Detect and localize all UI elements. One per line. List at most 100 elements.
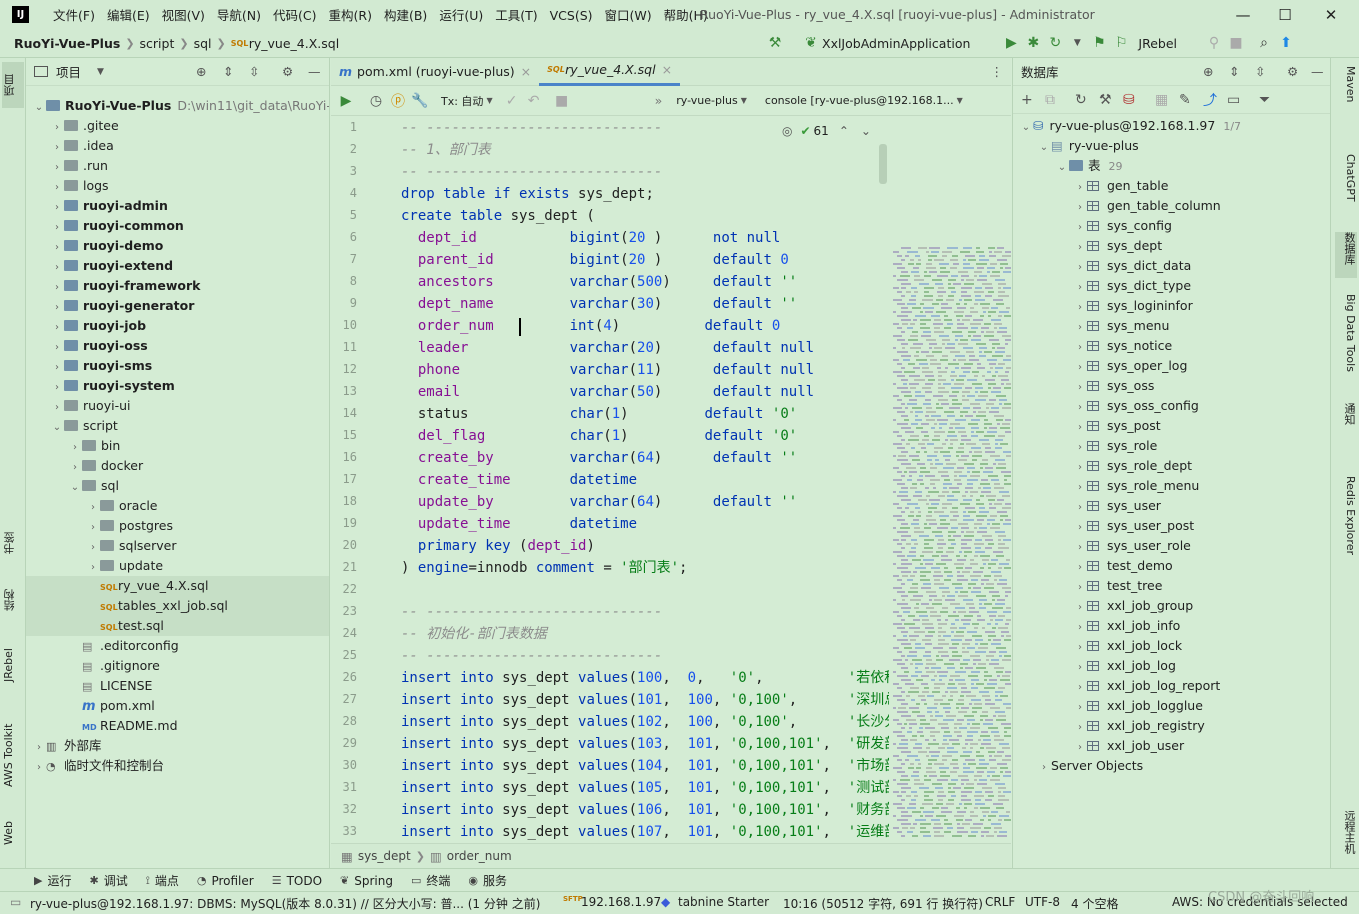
menu-item[interactable]: 文件(F) xyxy=(47,0,101,32)
chevron-right-icon[interactable]: › xyxy=(1037,758,1051,778)
chevron-right-icon[interactable]: › xyxy=(1073,678,1087,698)
chevron-right-icon[interactable]: › xyxy=(50,338,64,358)
tree-item[interactable]: › ruoyi-ui xyxy=(26,396,329,418)
chevron-right-icon[interactable]: › xyxy=(1073,318,1087,338)
db-table-item[interactable]: › xxl_job_info xyxy=(1013,616,1180,636)
code-line[interactable]: insert into sys_dept values(106, 101, '0… xyxy=(401,799,889,821)
tree-item[interactable]: › ◔ 临时文件和控制台 xyxy=(26,756,329,776)
chevron-right-icon[interactable]: › xyxy=(50,238,64,258)
add-icon[interactable]: + xyxy=(1021,92,1045,108)
chevron-right-icon[interactable]: › xyxy=(1073,658,1087,678)
db-table-item[interactable]: › xxl_job_lock xyxy=(1013,636,1182,656)
maximize-button[interactable]: ☐ xyxy=(1262,0,1308,30)
db-schema[interactable]: ⌄ ▤ ry-vue-plus xyxy=(1013,136,1139,156)
breadcrumb-script[interactable]: script xyxy=(140,36,175,51)
menu-item[interactable]: 运行(U) xyxy=(433,0,489,32)
chevron-down-icon[interactable]: ⌄ xyxy=(861,124,871,138)
inspection-widget[interactable]: ◎ ✔ 61 ⌃ ⌄ xyxy=(782,121,871,141)
chevron-right-icon[interactable]: › xyxy=(1073,178,1087,198)
project-panel-title[interactable]: 项目 xyxy=(56,62,81,81)
chevron-right-icon[interactable]: › xyxy=(1073,618,1087,638)
code-line[interactable]: phone varchar(11) default null xyxy=(401,359,814,381)
crumb-table[interactable]: sys_dept xyxy=(358,849,411,863)
explain-icon[interactable]: ⓟ xyxy=(387,91,409,111)
code-line[interactable]: primary key (dept_id) xyxy=(401,535,595,557)
code-line[interactable]: dept_id bigint(20 ) not null xyxy=(401,227,780,249)
chevron-right-icon[interactable]: › xyxy=(1073,438,1087,458)
status-encoding[interactable]: UTF-8 xyxy=(1025,895,1060,909)
gear-icon[interactable]: ⚙ xyxy=(282,64,293,79)
db-table-item[interactable]: › xxl_job_log xyxy=(1013,656,1176,676)
chevron-down-icon[interactable]: ▼ xyxy=(741,96,747,105)
chevron-up-icon[interactable]: ⌃ xyxy=(839,124,849,138)
chevron-right-icon[interactable]: › xyxy=(86,518,100,538)
tree-item[interactable]: ▤ .gitignore xyxy=(26,656,329,676)
chevron-right-icon[interactable]: › xyxy=(50,198,64,218)
db-tables-folder[interactable]: ⌄ 表 29 xyxy=(1013,156,1123,176)
tree-item[interactable]: › ruoyi-admin xyxy=(26,196,329,218)
tree-item[interactable]: › ruoyi-oss xyxy=(26,336,329,358)
rollback-icon[interactable]: ↶ xyxy=(523,93,545,109)
chevron-right-icon[interactable]: › xyxy=(1073,298,1087,318)
chevron-right-icon[interactable]: › xyxy=(50,398,64,418)
run-config-select[interactable]: XxlJobAdminApplication xyxy=(822,36,970,51)
db-table-item[interactable]: › sys_config xyxy=(1013,216,1172,236)
chevron-right-icon[interactable]: › xyxy=(68,438,82,458)
commit-icon[interactable]: ✓ xyxy=(501,93,523,109)
chevron-right-icon[interactable]: › xyxy=(86,558,100,578)
code-line[interactable]: create_by varchar(64) default '' xyxy=(401,447,797,469)
toolwindow-1[interactable]: ✱ 调试 xyxy=(89,872,127,889)
code-line[interactable]: dept_name varchar(30) default '' xyxy=(401,293,797,315)
code-line[interactable]: ancestors varchar(500) default '' xyxy=(401,271,797,293)
breadcrumb-sql[interactable]: sql xyxy=(194,36,212,51)
chevron-right-icon[interactable]: › xyxy=(32,738,46,758)
chevron-right-icon[interactable]: › xyxy=(1073,358,1087,378)
toolwindow-5[interactable]: ❦ Spring xyxy=(340,874,393,888)
tree-item[interactable]: m pom.xml xyxy=(26,696,329,716)
menu-item[interactable]: 构建(B) xyxy=(378,0,433,32)
intellij-logo-icon[interactable]: IJ xyxy=(12,6,29,23)
chevron-right-icon[interactable]: › xyxy=(1073,398,1087,418)
execute-icon[interactable]: ▶ xyxy=(335,93,357,109)
code-line[interactable]: status char(1) default '0' xyxy=(401,403,797,425)
tab-jrebel[interactable]: JRebel xyxy=(2,638,24,692)
crumb-column[interactable]: order_num xyxy=(447,849,512,863)
status-line-separator[interactable]: CRLF xyxy=(985,895,1015,909)
cancel-icon[interactable]: ■ xyxy=(551,93,573,109)
wrench-icon[interactable]: 🔧 xyxy=(409,93,431,109)
status-connection-info[interactable]: ry-vue-plus@192.168.1.97: DBMS: MySQL(版本… xyxy=(30,895,540,912)
menu-item[interactable]: 重构(R) xyxy=(323,0,378,32)
tree-item[interactable]: › .run xyxy=(26,156,329,176)
code-line[interactable]: insert into sys_dept values(100, 0, '0',… xyxy=(401,667,889,689)
history-icon[interactable]: ◷ xyxy=(365,93,387,109)
db-table-item[interactable]: › gen_table_column xyxy=(1013,196,1221,216)
tab-structure[interactable]: 结构 xyxy=(2,580,24,620)
console-select[interactable]: console [ry-vue-plus@192.168.1... xyxy=(765,94,954,107)
tree-item[interactable]: › ruoyi-system xyxy=(26,376,329,396)
double-chevron-icon[interactable]: » xyxy=(655,93,663,108)
code-line[interactable]: order_num int(4) default 0 xyxy=(401,315,781,337)
db-table-item[interactable]: › xxl_job_log_report xyxy=(1013,676,1220,696)
db-table-item[interactable]: › sys_notice xyxy=(1013,336,1172,356)
close-button[interactable]: ✕ xyxy=(1308,0,1354,30)
chevron-right-icon[interactable]: › xyxy=(1073,198,1087,218)
jump-icon[interactable]: ⤴ xyxy=(1203,90,1227,110)
tree-item[interactable]: › sqlserver xyxy=(26,536,329,556)
code-line[interactable]: -- ---------------------------- xyxy=(401,161,662,183)
chevron-right-icon[interactable]: › xyxy=(50,218,64,238)
tree-file-item[interactable]: SQLtest.sql xyxy=(26,616,329,636)
menu-item[interactable]: 代码(C) xyxy=(267,0,322,32)
locate-icon[interactable]: ⊕ xyxy=(1203,64,1213,79)
status-indent[interactable]: 4 个空格 xyxy=(1071,895,1118,912)
code-line[interactable]: create table sys_dept ( xyxy=(401,205,595,227)
status-tabnine[interactable]: tabnine Starter xyxy=(678,895,769,909)
chevron-right-icon[interactable]: › xyxy=(1073,738,1087,758)
refresh-icon[interactable]: ↻ xyxy=(1075,92,1099,108)
chevron-right-icon[interactable]: › xyxy=(1073,238,1087,258)
tab-bookmarks[interactable]: 书签 xyxy=(2,523,24,563)
chevron-right-icon[interactable]: › xyxy=(1073,278,1087,298)
gear-icon[interactable]: ⚙ xyxy=(1287,64,1298,79)
chevron-right-icon[interactable]: › xyxy=(1073,698,1087,718)
chevron-right-icon[interactable]: › xyxy=(50,358,64,378)
menu-item[interactable]: 工具(T) xyxy=(489,0,543,32)
